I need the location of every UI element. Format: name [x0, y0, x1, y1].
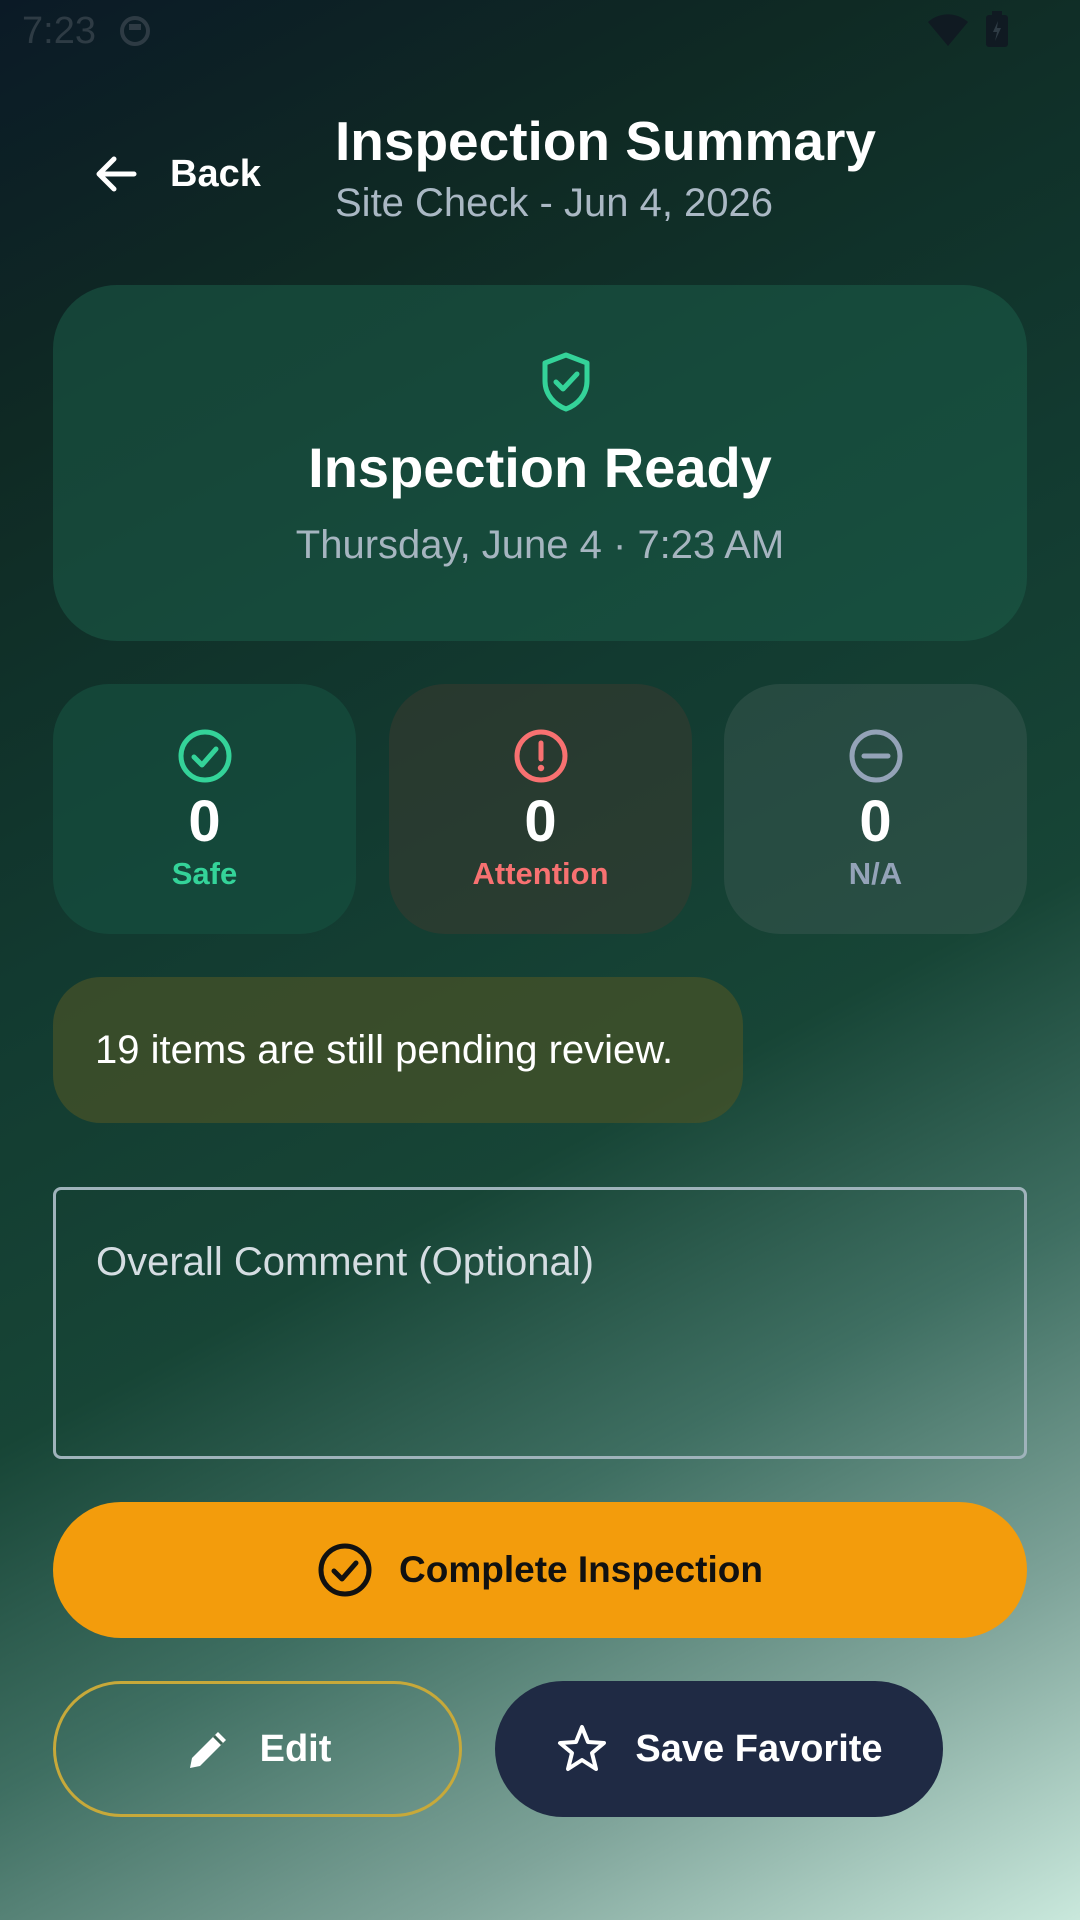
wifi-icon	[928, 14, 968, 46]
star-icon	[558, 1725, 607, 1771]
page-subtitle: Site Check - Jun 4, 2026	[335, 181, 774, 225]
header: Back Inspection Summary Site Check - Jun…	[0, 100, 1080, 240]
overall-comment-field[interactable]	[53, 1187, 1027, 1459]
stat-card-safe[interactable]: 0 Safe	[53, 684, 356, 934]
battery-icon	[986, 11, 1008, 47]
stat-value-na: 0	[859, 789, 892, 854]
minus-circle-icon	[849, 729, 902, 783]
stat-value-attention: 0	[524, 789, 557, 854]
check-circle-icon	[178, 729, 231, 783]
complete-inspection-label: Complete Inspection	[399, 1549, 763, 1590]
status-title: Inspection Ready	[308, 436, 772, 499]
save-favorite-button[interactable]: Save Favorite	[495, 1681, 943, 1817]
title-block: Inspection Summary Site Check - Jun 4, 2…	[335, 108, 876, 230]
back-label: Back	[170, 152, 261, 195]
stat-value-safe: 0	[188, 789, 221, 854]
page-title: Inspection Summary	[335, 110, 876, 172]
status-time: 7:23	[22, 10, 96, 52]
complete-inspection-button[interactable]: Complete Inspection	[53, 1502, 1027, 1638]
stat-label-attention: Attention	[472, 856, 609, 891]
inspection-status-card: Inspection Ready Thursday, June 4 · 7:23…	[53, 285, 1027, 641]
pending-review-notice: 19 items are still pending review.	[53, 977, 743, 1123]
shield-check-icon	[542, 352, 590, 412]
alert-circle-icon	[514, 729, 567, 783]
status-date: Thursday, June 4 · 7:23 AM	[295, 523, 785, 567]
check-circle-icon	[318, 1543, 372, 1597]
stat-label-safe: Safe	[171, 856, 238, 891]
edit-label: Edit	[259, 1727, 332, 1770]
save-favorite-label: Save Favorite	[635, 1727, 883, 1770]
stat-card-attention[interactable]: 0 Attention	[389, 684, 692, 934]
back-button[interactable]: Back	[90, 142, 261, 206]
pencil-icon	[189, 1732, 226, 1768]
stat-card-na[interactable]: 0 N/A	[724, 684, 1027, 934]
status-bar: 7:23	[0, 0, 1080, 64]
arrow-left-icon	[96, 156, 137, 192]
sync-status-icon	[120, 16, 150, 46]
edit-button[interactable]: Edit	[53, 1681, 462, 1817]
stat-label-na: N/A	[848, 856, 903, 891]
